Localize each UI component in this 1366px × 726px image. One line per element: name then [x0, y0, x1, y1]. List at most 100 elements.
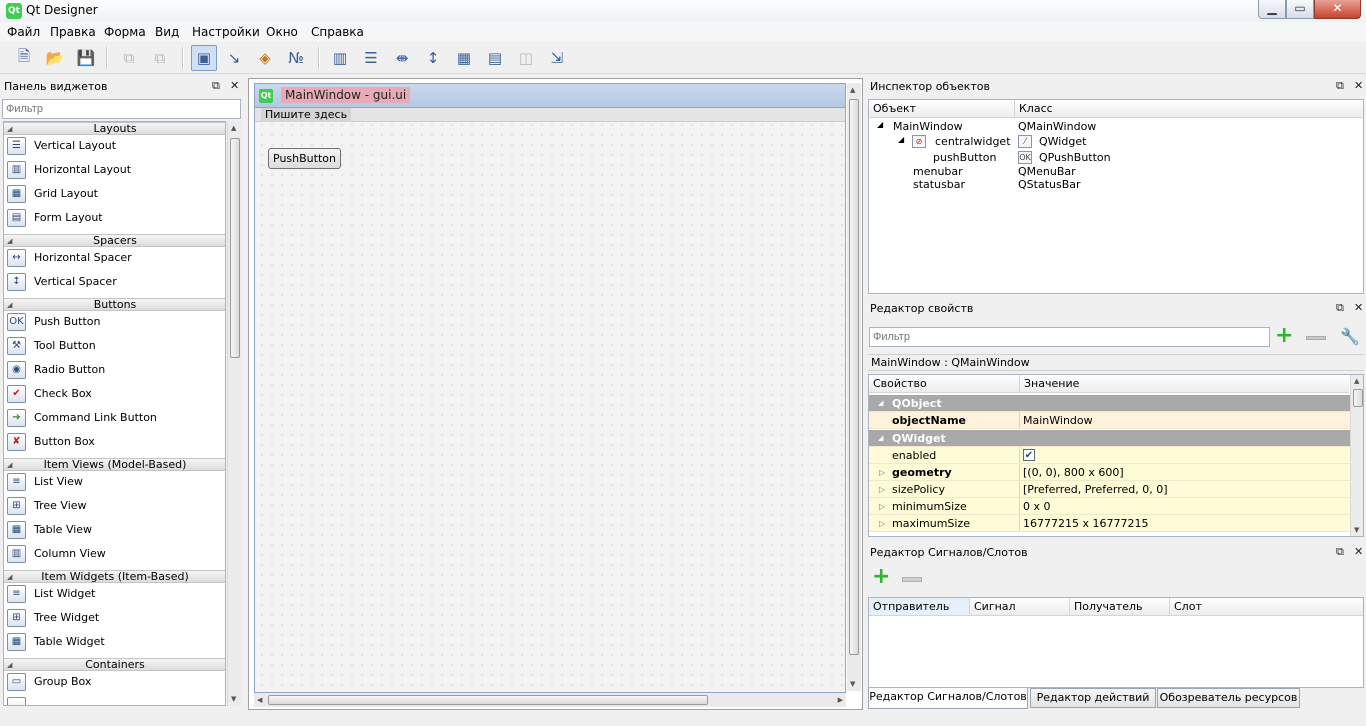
enabled-checkbox[interactable]: ✔	[1023, 449, 1035, 461]
property-filter-input[interactable]	[869, 327, 1270, 347]
widget-filter-input[interactable]	[2, 99, 241, 119]
maximize-button[interactable]: ▭	[1286, 0, 1314, 19]
editor-horizontal-scrollbar[interactable]: ◀ ▶	[254, 693, 846, 707]
menu-help[interactable]: Справка	[311, 25, 364, 39]
widget-item-tree-view[interactable]: ⊞ Tree View	[4, 494, 225, 518]
widget-item-form-layout[interactable]: ▤ Form Layout	[4, 206, 225, 230]
add-property-icon[interactable]: +	[1275, 325, 1293, 347]
widget-item-horizontal-spacer[interactable]: ↔ Horizontal Spacer	[4, 246, 225, 270]
close-icon[interactable]: ✕	[1354, 301, 1363, 314]
widget-list-scrollbar[interactable]: ▲ ▼	[227, 121, 241, 706]
save-icon[interactable]: 💾	[73, 45, 99, 71]
tab-signal-slot-editor[interactable]: Редактор Сигналов/Слотов	[868, 688, 1028, 709]
paste-icon[interactable]: ⧉	[147, 45, 173, 71]
column-header-value[interactable]: Значение	[1019, 375, 1349, 393]
minimize-button[interactable]: ▁	[1258, 0, 1286, 19]
widget-item-vertical-spacer[interactable]: ↕ Vertical Spacer	[4, 270, 225, 294]
tab-resource-browser[interactable]: Обозреватель ресурсов	[1157, 688, 1300, 708]
menu-window[interactable]: Окно	[266, 25, 298, 39]
float-icon[interactable]: ⧉	[1336, 301, 1344, 315]
float-icon[interactable]: ⧉	[1336, 545, 1344, 559]
close-button[interactable]: ✕	[1314, 0, 1361, 19]
widget-item-group-box[interactable]: ▭ Group Box	[4, 670, 225, 694]
widget-item-horizontal-layout[interactable]: ▥ Horizontal Layout	[4, 158, 225, 182]
layout-vertical-icon[interactable]: ☰	[358, 45, 384, 71]
column-header-slot[interactable]: Слот	[1169, 598, 1363, 616]
break-layout-icon[interactable]: ◫	[513, 45, 539, 71]
expand-icon[interactable]: ◢	[898, 135, 904, 144]
close-icon[interactable]: ✕	[1354, 79, 1363, 92]
form-menubar[interactable]: Пишите здесь	[255, 108, 845, 122]
property-row-geometry[interactable]: ▷ geometry [(0, 0), 800 x 600]	[869, 464, 1351, 481]
property-row-objectname[interactable]: objectName MainWindow	[869, 412, 1351, 429]
remove-connection-icon[interactable]	[902, 577, 922, 582]
tree-row-mainwindow[interactable]: ◢ MainWindow QMainWindow	[869, 119, 1363, 134]
column-header-sender[interactable]: Отправитель	[869, 598, 969, 616]
add-connection-icon[interactable]: +	[872, 566, 890, 588]
menu-file[interactable]: Файл	[7, 25, 40, 39]
column-header-receiver[interactable]: Получатель	[1069, 598, 1169, 616]
configure-icon[interactable]: 🔧	[1340, 327, 1360, 346]
widget-item-radio-button[interactable]: ◉ Radio Button	[4, 358, 225, 382]
property-group-qobject[interactable]: ◢ QObject	[869, 395, 1351, 412]
tree-row-pushbutton[interactable]: pushButton OK QPushButton	[869, 150, 1363, 165]
widget-item-list-widget[interactable]: ≡ List Widget	[4, 582, 225, 606]
widget-item-column-view[interactable]: ▥ Column View	[4, 542, 225, 566]
scrollbar-thumb[interactable]	[268, 695, 708, 705]
float-icon[interactable]: ⧉	[1336, 79, 1344, 93]
menu-edit[interactable]: Правка	[50, 25, 96, 39]
column-header-signal[interactable]: Сигнал	[969, 598, 1069, 616]
layout-vertical-splitter-icon[interactable]: ↕	[420, 45, 446, 71]
property-table-scrollbar[interactable]: ▲ ▼	[1350, 375, 1363, 536]
column-header-class[interactable]: Класс	[1014, 100, 1363, 118]
form-push-button[interactable]: PushButton	[268, 148, 341, 169]
layout-horizontal-icon[interactable]: ▥	[327, 45, 353, 71]
adjust-size-icon[interactable]: ⇲	[544, 45, 570, 71]
layout-horizontal-splitter-icon[interactable]: ⇼	[389, 45, 415, 71]
remove-property-icon[interactable]	[1306, 336, 1326, 340]
form-window-titlebar[interactable]: Qt MainWindow - gui.ui	[254, 83, 846, 107]
widget-item-check-box[interactable]: ✔ Check Box	[4, 382, 225, 406]
widget-item-table-widget[interactable]: ▦ Table Widget	[4, 630, 225, 654]
close-icon[interactable]: ✕	[1354, 545, 1363, 558]
scrollbar-thumb[interactable]	[849, 99, 859, 655]
menu-settings[interactable]: Настройки	[192, 25, 260, 39]
copy-icon[interactable]: ⧉	[116, 45, 142, 71]
scrollbar-thumb[interactable]	[1353, 389, 1363, 407]
property-row-maximumsize[interactable]: ▷ maximumSize 16777215 x 16777215	[869, 515, 1351, 532]
widget-item-vertical-layout[interactable]: ☰ Vertical Layout	[4, 134, 225, 158]
widget-item-grid-layout[interactable]: ▦ Grid Layout	[4, 182, 225, 206]
form-menu-placeholder[interactable]: Пишите здесь	[261, 108, 352, 122]
widget-item-push-button[interactable]: OK Push Button	[4, 310, 225, 334]
close-icon[interactable]: ✕	[230, 79, 239, 92]
column-header-object[interactable]: Объект	[869, 100, 1014, 118]
property-row-enabled[interactable]: enabled ✔	[869, 447, 1351, 464]
float-icon[interactable]: ⧉	[212, 79, 220, 93]
expand-icon[interactable]: ◢	[877, 120, 883, 129]
widget-item-button-box[interactable]: ✘ Button Box	[4, 430, 225, 454]
edit-tab-order-icon[interactable]: №	[283, 45, 309, 71]
open-file-icon[interactable]: 📂	[42, 45, 68, 71]
form-canvas[interactable]: Пишите здесь PushButton	[254, 107, 846, 693]
widget-item-table-view[interactable]: ▦ Table View	[4, 518, 225, 542]
new-file-icon[interactable]: 🗎	[11, 45, 37, 71]
layout-grid-icon[interactable]: ▦	[451, 45, 477, 71]
widget-item-tree-widget[interactable]: ⊞ Tree Widget	[4, 606, 225, 630]
edit-widgets-icon[interactable]: ▣	[191, 45, 217, 71]
widget-item-command-link-button[interactable]: ➔ Command Link Button	[4, 406, 225, 430]
property-row-sizepolicy[interactable]: ▷ sizePolicy [Preferred, Preferred, 0, 0…	[869, 481, 1351, 498]
menu-view[interactable]: Вид	[155, 25, 179, 39]
property-group-qwidget[interactable]: ◢ QWidget	[869, 430, 1351, 447]
edit-signals-icon[interactable]: ↘	[221, 45, 247, 71]
tab-action-editor[interactable]: Редактор действий	[1030, 688, 1156, 708]
tree-row-centralwidget[interactable]: ◢ ⊘ centralwidget ⁄ QWidget	[869, 134, 1363, 149]
edit-buddies-icon[interactable]: ◈	[252, 45, 278, 71]
layout-form-icon[interactable]: ▤	[482, 45, 508, 71]
menu-form[interactable]: Форма	[104, 25, 146, 39]
editor-vertical-scrollbar[interactable]: ▲ ▼	[847, 83, 861, 691]
widget-item-tool-button[interactable]: ⚒ Tool Button	[4, 334, 225, 358]
widget-item-list-view[interactable]: ≡ List View	[4, 470, 225, 494]
tree-row-statusbar[interactable]: statusbar QStatusBar	[869, 177, 1363, 192]
property-row-minimumsize[interactable]: ▷ minimumSize 0 x 0	[869, 498, 1351, 515]
column-header-property[interactable]: Свойство	[869, 375, 1019, 393]
